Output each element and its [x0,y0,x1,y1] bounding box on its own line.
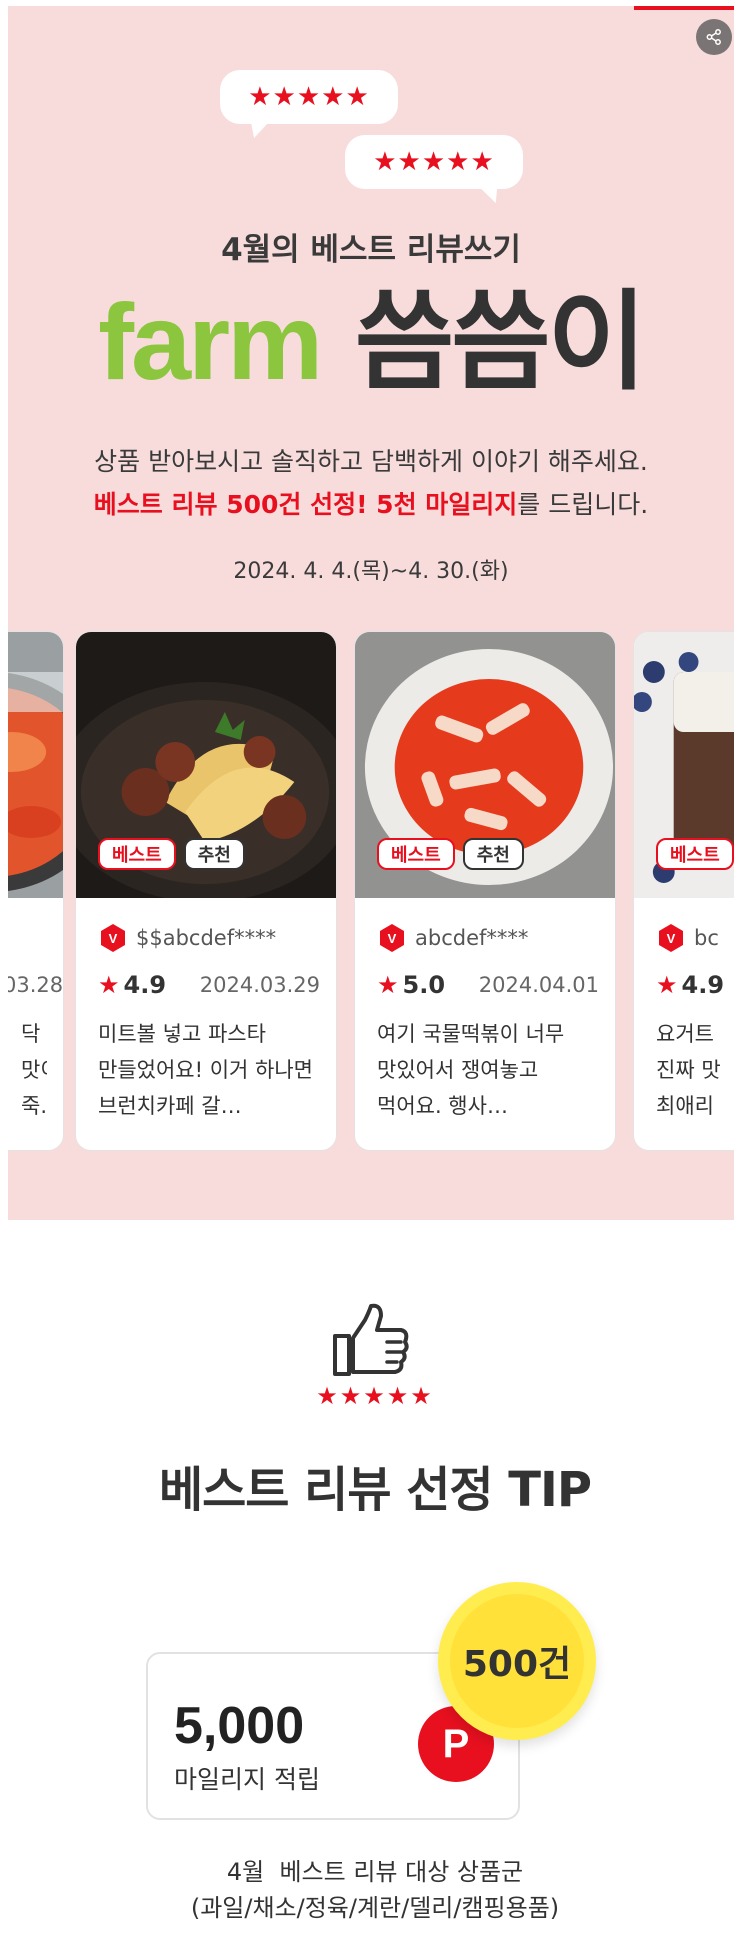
svg-text:V: V [388,931,397,946]
best-badge: 베스트 [98,838,176,870]
review-badges: 베스트 [656,838,734,870]
hero-title-farm: farm [98,281,323,402]
rating-score: 5.0 [402,971,446,999]
reviewer-id: bc [694,926,719,950]
hero-title: farm 씀씀이 [8,288,734,397]
mileage-label: 마일리지 적립 [174,1765,320,1794]
share-button[interactable] [696,19,732,55]
recommend-badge: 추천 [462,838,524,870]
target-category-title: 4월 베스트 리뷰 대상 상품군 [226,1858,524,1886]
best-badge: 베스트 [656,838,734,870]
top-accent-line [634,6,734,10]
verified-v-icon: V [380,924,404,952]
verified-v-icon: V [659,924,683,952]
review-text: 미트볼 넣고 파스타 만들었어요! 이거 하나면 브런치카페 갈 필요없어요 [98,1022,313,1118]
count-coin-badge: 500건 [438,1582,596,1740]
reviewer-row: V bc [656,922,734,954]
target-category-list: (과일/채소/정육/계란/델리/캠핑용품) [190,1894,560,1922]
promo-hero: ★★★★★ ★★★★★ 4월의 베스트 리뷰쓰기 farm 씀씀이 상품 받아보… [8,6,734,1220]
svg-text:V: V [109,931,118,946]
tip-title: 베스트 리뷰 선정 TIP [158,1462,592,1518]
description-rest: 를 드립니다. [517,490,649,519]
review-rating-row: ★ 4.9 2024.03.29 [98,970,320,1000]
reviewer-id: abcdef**** [415,926,529,950]
mileage-amount: 5,000 [174,1697,305,1755]
review-badges: 베스트 추천 [377,838,524,870]
review-rating-row: ★ 5.0 2024.04.01 [377,970,599,1000]
review-rating-row: ★ 4.9 [656,970,734,1000]
reviewer-id: $$abcdef**** [136,926,277,950]
review-card[interactable]: 베스트 추천 V abcdef**** ★ 5.0 2024.04.01 여기 … [354,631,616,1151]
thumbs-up-icon [333,1303,409,1376]
review-card[interactable]: 베스트 V bc ★ 4.9 요거트 진짜 맛 최애리 [633,631,734,1151]
review-badges: 베스트 추천 [98,838,245,870]
reviewer-row: V $$abcdef**** [98,922,320,954]
review-card[interactable]: * 03.28 닥 좋 맛이 죽.. [8,631,64,1151]
bubble-tail [479,187,505,203]
count-badge-label: 500건 [462,1644,572,1685]
hero-subtitle: 4월의 베스트 리뷰쓰기 [221,232,521,268]
hero-description: 상품 받아보시고 솔직하고 담백하게 이야기 해주세요. [94,447,648,476]
review-text: 요거트 진짜 맛 최애리 [656,1022,721,1118]
best-review-tip-section: ★★★★★ 베스트 리뷰 선정 TIP 5,000 마일리지 적립 P 500건… [0,1220,750,1936]
event-period: 2024. 4. 4.(목)~4. 30.(화) [233,559,509,584]
reviewer-row: V abcdef**** [377,922,599,954]
star-icon: ★ [377,971,399,999]
review-date: 2024.04.01 [478,973,599,997]
review-date: 03.28 [8,973,64,997]
review-text: 여기 국물떡볶이 너무 맛있어서 쟁여놓고 먹어요. 행사 자주해주세요 [377,1022,565,1118]
review-rating-row: 03.28 [8,970,63,1000]
hero-title-main: 씀씀이 [354,280,647,405]
star-rating-icons: ★★★★★ [248,82,370,112]
food-photo-stew [8,632,63,898]
star-icon: ★ [656,971,678,999]
bubble-tail [245,122,269,138]
rating-score: 4.9 [123,971,167,999]
share-icon [706,29,721,45]
svg-text:V: V [667,931,676,946]
star-icon: ★ [98,971,120,999]
review-text: 닥 좋 맛이 죽.. [21,1022,47,1118]
recommend-badge: 추천 [183,838,245,870]
reviewer-id: * [8,922,47,954]
rating-score: 4.9 [681,971,725,999]
review-date: 2024.03.29 [199,973,320,997]
rating-bubble: ★★★★★ [220,70,398,124]
star-rating-icons: ★★★★★ [316,1382,434,1410]
star-rating-icons: ★★★★★ [373,147,495,177]
rating-bubble: ★★★★★ [345,135,523,189]
hero-description-highlight: 베스트 리뷰 500건 선정! 5천 마일리지를 드립니다. [8,485,734,521]
highlight-text: 베스트 리뷰 500건 선정! 5천 마일리지 [93,490,518,519]
best-badge: 베스트 [377,838,455,870]
review-card[interactable]: 베스트 추천 V $$abcdef**** ★ 4.9 2024.03.29 미… [75,631,337,1151]
verified-v-icon: V [101,924,125,952]
